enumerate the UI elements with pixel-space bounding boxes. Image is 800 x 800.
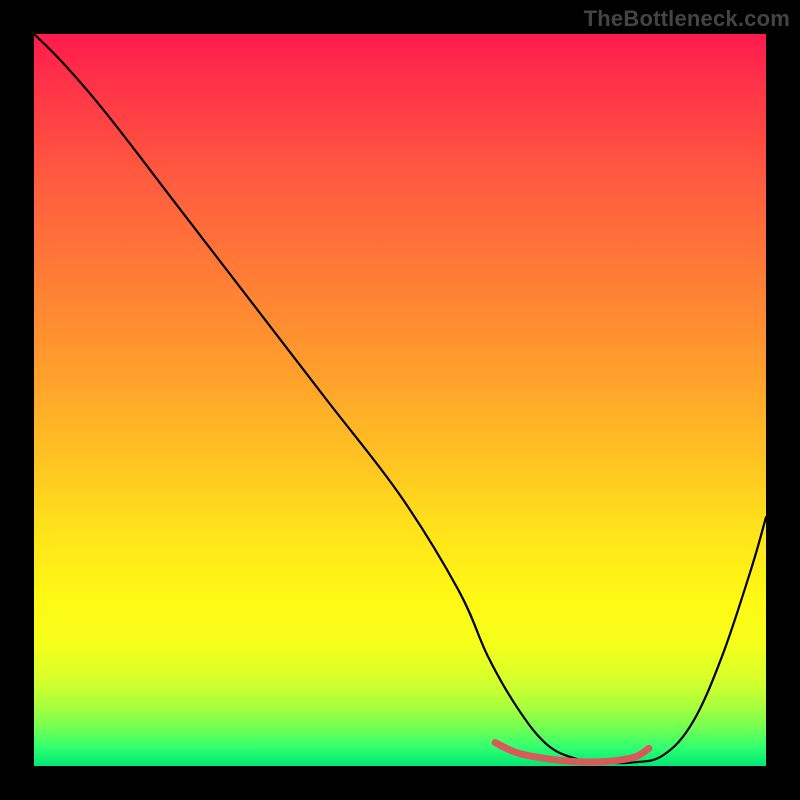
bottleneck-curve-path <box>34 34 766 763</box>
watermark-text: TheBottleneck.com <box>584 6 790 32</box>
plot-area <box>34 34 766 766</box>
curve-layer <box>34 34 766 766</box>
optimal-band-path <box>495 743 649 763</box>
chart-frame: TheBottleneck.com <box>0 0 800 800</box>
